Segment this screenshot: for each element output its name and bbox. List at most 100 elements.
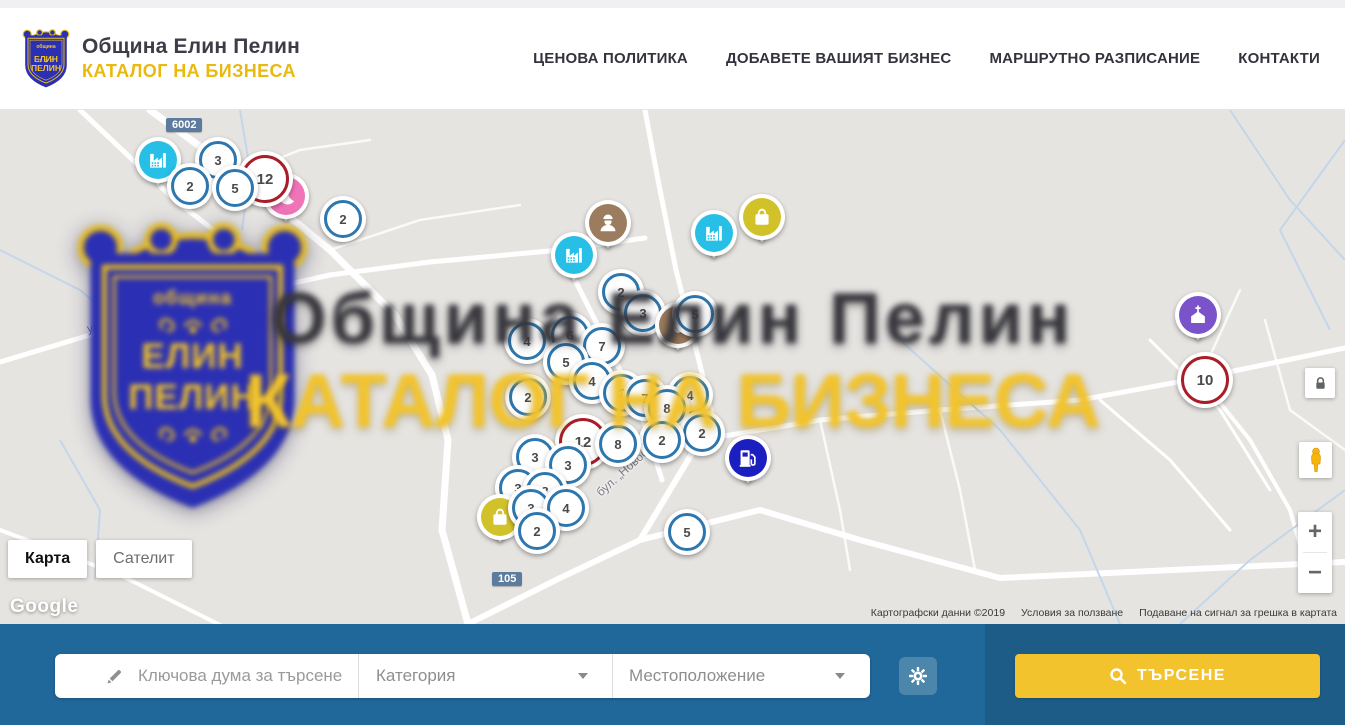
cluster-marker-2[interactable]: 2 xyxy=(679,410,725,456)
google-logo[interactable]: Google xyxy=(10,596,78,618)
church-icon xyxy=(1179,296,1217,334)
search-action-panel: ТЪРСЕНЕ xyxy=(985,624,1345,725)
cluster-ring: 2 xyxy=(324,200,362,238)
cluster-count: 5 xyxy=(562,355,569,370)
cluster-count: 3 xyxy=(639,306,646,321)
cluster-count: 2 xyxy=(524,390,531,405)
pin-body xyxy=(725,435,771,481)
fuel-icon xyxy=(729,439,767,477)
map-canvas[interactable]: 6002105 ул. Преславбул. „Новосел 32 1252 xyxy=(0,110,1345,624)
pegman-icon xyxy=(1307,447,1325,473)
cluster-marker-2[interactable]: 2 xyxy=(505,374,551,420)
attribution-link[interactable]: Условия за ползване xyxy=(1021,607,1123,619)
lock-icon xyxy=(1312,375,1329,392)
municipality-emblem-logo: община ЕЛИН ПЕЛИН xyxy=(22,29,70,89)
fuel-pin-marker[interactable] xyxy=(725,435,771,481)
cluster-count: 5 xyxy=(683,525,690,540)
cluster-count: 3 xyxy=(531,450,538,465)
search-panel: Категория Местоположение xyxy=(0,624,985,725)
cluster-marker-10[interactable]: 10 xyxy=(1177,352,1233,408)
cluster-ring: 2 xyxy=(509,378,547,416)
attribution-text: Картографски данни ©2019 xyxy=(871,607,1005,619)
zoom-in-button[interactable]: + xyxy=(1298,512,1332,552)
nav-item[interactable]: МАРШРУТНО РАЗПИСАНИЕ xyxy=(989,50,1200,67)
factory-pin-marker[interactable] xyxy=(551,232,597,278)
factory-icon xyxy=(555,236,593,274)
zoom-control: + − xyxy=(1298,512,1332,593)
gear-icon xyxy=(908,666,928,686)
site-subtitle: КАТАЛОГ НА БИЗНЕСА xyxy=(82,61,300,82)
pin-body xyxy=(551,232,597,278)
cluster-count: 2 xyxy=(339,212,346,227)
chevron-down-icon xyxy=(835,673,845,679)
brand[interactable]: община ЕЛИН ПЕЛИН Община Елин Пелин КАТА… xyxy=(22,29,300,89)
cluster-count: 8 xyxy=(614,437,621,452)
cluster-count: 4 xyxy=(523,334,530,349)
main-nav: ЦЕНОВА ПОЛИТИКА ДОБАВЕТЕ ВАШИЯТ БИЗНЕС МАР… xyxy=(533,50,1320,67)
factory-icon xyxy=(695,214,733,252)
pencil-icon xyxy=(105,667,124,686)
cluster-ring: 2 xyxy=(643,421,681,459)
location-select[interactable]: Местоположение xyxy=(612,654,870,698)
map-type-map-button[interactable]: Карта xyxy=(8,540,87,578)
zoom-out-button[interactable]: − xyxy=(1298,553,1332,593)
cluster-count: 2 xyxy=(533,524,540,539)
cluster-ring: 10 xyxy=(1181,356,1229,404)
cluster-count: 5 xyxy=(231,181,238,196)
cluster-ring: 2 xyxy=(683,414,721,452)
map-type-satellite-button[interactable]: Сателит xyxy=(96,540,191,578)
attribution-link[interactable]: Подаване на сигнал за грешка в картата xyxy=(1139,607,1337,619)
search-button-label: ТЪРСЕНЕ xyxy=(1137,667,1226,685)
fullscreen-lock-button[interactable] xyxy=(1305,368,1335,398)
cluster-marker-5[interactable]: 5 xyxy=(664,509,710,555)
cluster-count: 3 xyxy=(214,153,221,168)
cluster-count: 5 xyxy=(691,307,698,322)
cluster-ring: 5 xyxy=(676,295,714,333)
cluster-marker-2[interactable]: 2 xyxy=(514,508,560,554)
pegman-button[interactable] xyxy=(1299,442,1332,478)
nav-item[interactable]: ДОБАВЕТЕ ВАШИЯТ БИЗНЕС xyxy=(726,50,951,67)
search-bar: Категория Местоположение xyxy=(55,654,870,698)
church-pin-marker[interactable] xyxy=(1175,292,1221,338)
cluster-ring: 2 xyxy=(518,512,556,550)
category-placeholder: Категория xyxy=(376,666,455,686)
pin-body xyxy=(739,194,785,240)
cluster-count: 2 xyxy=(617,285,624,300)
pin-body xyxy=(1175,292,1221,338)
cluster-ring: 2 xyxy=(171,167,209,205)
search-button[interactable]: ТЪРСЕНЕ xyxy=(1015,654,1320,698)
keyword-input[interactable] xyxy=(138,666,353,686)
cluster-count: 3 xyxy=(564,458,571,473)
cluster-marker-2[interactable]: 2 xyxy=(639,417,685,463)
category-select[interactable]: Категория xyxy=(358,654,612,698)
cluster-count: 2 xyxy=(186,179,193,194)
cluster-count: 2 xyxy=(658,433,665,448)
bag-pin-marker[interactable] xyxy=(739,194,785,240)
advanced-settings-button[interactable] xyxy=(899,657,937,695)
cluster-marker-5[interactable]: 5 xyxy=(672,291,718,337)
nav-item[interactable]: КОНТАКТИ xyxy=(1238,50,1320,67)
cluster-ring: 5 xyxy=(216,169,254,207)
map-type-control: КартаСателит xyxy=(8,540,192,578)
chevron-down-icon xyxy=(578,673,588,679)
cluster-count: 2 xyxy=(698,426,705,441)
markers-layer: 32 1252 23 5 xyxy=(0,110,1345,624)
cluster-count: 8 xyxy=(663,401,670,416)
factory-pin-marker[interactable] xyxy=(691,210,737,256)
cluster-marker-5[interactable]: 5 xyxy=(212,165,258,211)
site-title: Община Елин Пелин xyxy=(82,35,300,59)
search-section: Категория Местоположение xyxy=(0,624,1345,725)
cluster-marker-8[interactable]: 8 xyxy=(595,421,641,467)
cluster-count: 10 xyxy=(1197,372,1214,389)
pin-body xyxy=(691,210,737,256)
cluster-ring: 5 xyxy=(668,513,706,551)
cluster-count: 4 xyxy=(588,374,595,389)
cluster-ring: 4 xyxy=(508,322,546,360)
page-top-strip xyxy=(0,0,1345,8)
emblem-line2: ПЕЛИН xyxy=(22,64,70,74)
nav-item[interactable]: ЦЕНОВА ПОЛИТИКА xyxy=(533,50,688,67)
map-attribution: Картографски данни ©2019 Условия за ползв… xyxy=(871,607,1337,619)
location-placeholder: Местоположение xyxy=(629,666,765,686)
cluster-marker-2[interactable]: 2 xyxy=(320,196,366,242)
cluster-marker-2[interactable]: 2 xyxy=(167,163,213,209)
